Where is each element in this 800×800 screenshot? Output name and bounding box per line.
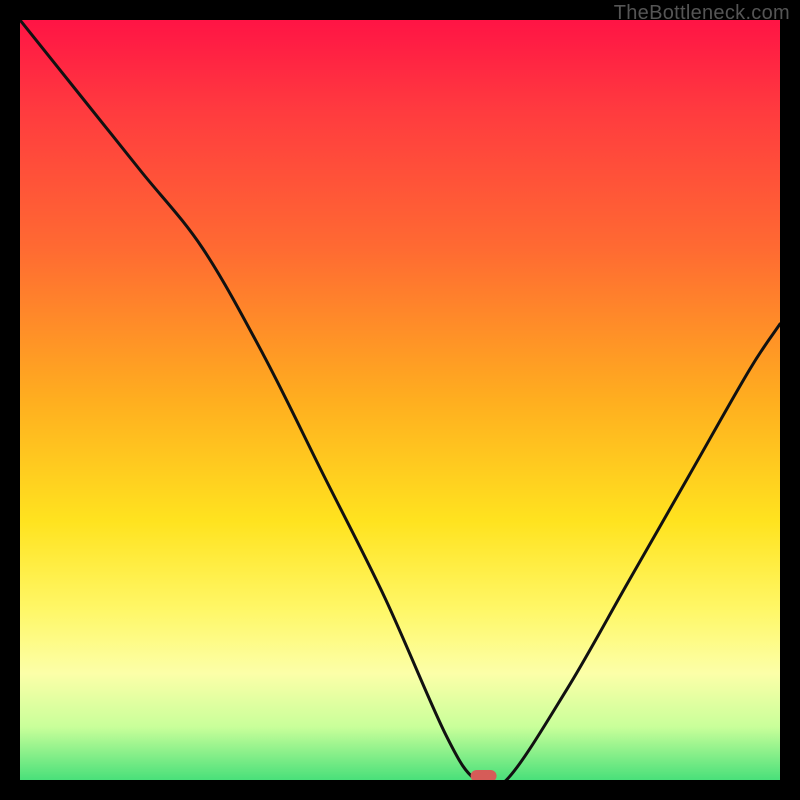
chart-frame: TheBottleneck.com	[0, 0, 800, 800]
watermark-text: TheBottleneck.com	[614, 2, 790, 25]
curve-svg	[20, 20, 780, 780]
plot-area	[20, 20, 780, 780]
optimal-marker	[471, 770, 497, 780]
bottleneck-curve	[20, 20, 780, 780]
